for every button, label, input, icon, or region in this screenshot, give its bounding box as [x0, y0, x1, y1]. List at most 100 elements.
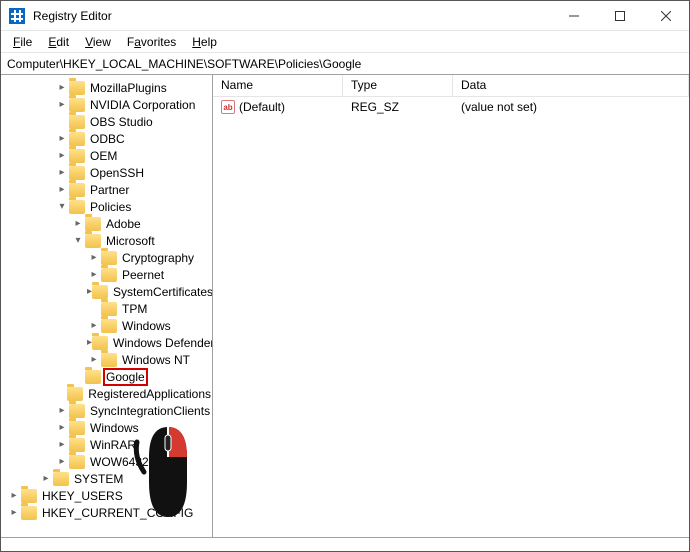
folder-icon	[69, 455, 85, 469]
expand-icon[interactable]: ▸	[87, 269, 101, 280]
tree-item[interactable]: ▸Windows	[3, 317, 212, 334]
folder-icon	[92, 336, 108, 350]
tree-item[interactable]: ▸WinRAR	[3, 436, 212, 453]
list-row[interactable]: ab (Default) REG_SZ (value not set)	[213, 97, 689, 117]
folder-icon	[21, 489, 37, 503]
tree-item[interactable]: ▸OEM	[3, 147, 212, 164]
registry-editor-window: Registry Editor File Edit View Favorites…	[0, 0, 690, 552]
maximize-button[interactable]	[597, 1, 643, 31]
address-bar[interactable]: Computer\HKEY_LOCAL_MACHINE\SOFTWARE\Pol…	[1, 53, 689, 75]
expand-icon[interactable]: ▸	[39, 473, 53, 484]
tree-item[interactable]: ▸HKEY_CURRENT_CONFIG	[3, 504, 212, 521]
folder-icon	[69, 166, 85, 180]
folder-icon	[69, 132, 85, 146]
folder-icon	[69, 149, 85, 163]
list-pane: Name Type Data ab (Default) REG_SZ (valu…	[213, 75, 689, 537]
folder-icon	[53, 472, 69, 486]
folder-icon	[69, 81, 85, 95]
value-type: REG_SZ	[343, 100, 453, 114]
tree-item[interactable]: ▸HKEY_USERS	[3, 487, 212, 504]
column-header-name[interactable]: Name	[213, 75, 343, 96]
folder-icon	[69, 115, 85, 129]
menubar: File Edit View Favorites Help	[1, 31, 689, 53]
list-header: Name Type Data	[213, 75, 689, 97]
tree-item[interactable]: ▾Policies	[3, 198, 212, 215]
expand-icon[interactable]: ▸	[55, 82, 69, 93]
expand-icon[interactable]: ▸	[71, 218, 85, 229]
menu-help[interactable]: Help	[184, 33, 225, 51]
menu-favorites[interactable]: Favorites	[119, 33, 184, 51]
folder-icon	[101, 302, 117, 316]
tree-item[interactable]: ▸Windows Defender	[3, 334, 212, 351]
menu-file[interactable]: File	[5, 33, 40, 51]
folder-icon	[101, 353, 117, 367]
value-name: (Default)	[239, 100, 285, 114]
folder-icon	[69, 421, 85, 435]
tree-item[interactable]: ▸OBS Studio	[3, 113, 212, 130]
expand-icon[interactable]: ▸	[55, 167, 69, 178]
menu-view[interactable]: View	[77, 33, 119, 51]
close-icon	[661, 11, 671, 21]
tree-item[interactable]: ▸ODBC	[3, 130, 212, 147]
tree-item[interactable]: ▸Adobe	[3, 215, 212, 232]
menu-edit[interactable]: Edit	[40, 33, 77, 51]
folder-icon	[67, 387, 83, 401]
selected-tree-label: Google	[105, 370, 146, 384]
tree-item-google[interactable]: ▸Google	[3, 368, 212, 385]
string-value-icon: ab	[221, 100, 235, 114]
tree-item[interactable]: ▸Cryptography	[3, 249, 212, 266]
folder-icon	[101, 268, 117, 282]
expand-icon[interactable]: ▸	[87, 354, 101, 365]
expand-icon[interactable]: ▸	[55, 456, 69, 467]
tree-item[interactable]: ▾Microsoft	[3, 232, 212, 249]
tree-item[interactable]: ▸SyncIntegrationClients	[3, 402, 212, 419]
window-controls	[551, 1, 689, 31]
tree-item[interactable]: ▸Partner	[3, 181, 212, 198]
tree-item[interactable]: ▸MozillaPlugins	[3, 79, 212, 96]
titlebar: Registry Editor	[1, 1, 689, 31]
expand-icon[interactable]: ▸	[55, 439, 69, 450]
folder-icon	[69, 200, 85, 214]
tree-item[interactable]: ▸NVIDIA Corporation	[3, 96, 212, 113]
column-header-type[interactable]: Type	[343, 75, 453, 96]
folder-icon	[85, 217, 101, 231]
tree-item[interactable]: ▸SYSTEM	[3, 470, 212, 487]
folder-icon	[69, 98, 85, 112]
expand-icon[interactable]: ▸	[55, 184, 69, 195]
column-header-data[interactable]: Data	[453, 75, 689, 96]
expand-icon[interactable]: ▸	[55, 422, 69, 433]
expand-icon[interactable]: ▸	[55, 150, 69, 161]
close-button[interactable]	[643, 1, 689, 31]
folder-icon	[85, 234, 101, 248]
folder-icon	[85, 370, 101, 384]
statusbar	[1, 537, 689, 551]
folder-icon	[101, 319, 117, 333]
folder-icon	[69, 404, 85, 418]
expand-icon[interactable]: ▸	[87, 252, 101, 263]
folder-icon	[69, 183, 85, 197]
tree-item[interactable]: ▸RegisteredApplications	[3, 385, 212, 402]
minimize-button[interactable]	[551, 1, 597, 31]
tree-item[interactable]: ▸Windows	[3, 419, 212, 436]
folder-icon	[21, 506, 37, 520]
value-data: (value not set)	[453, 100, 689, 114]
tree-item[interactable]: ▸SystemCertificates	[3, 283, 212, 300]
collapse-icon[interactable]: ▾	[55, 201, 69, 212]
tree-item[interactable]: ▸TPM	[3, 300, 212, 317]
tree-item[interactable]: ▸Peernet	[3, 266, 212, 283]
tree-pane[interactable]: ▸MozillaPlugins ▸NVIDIA Corporation ▸OBS…	[1, 75, 213, 537]
expand-icon[interactable]: ▸	[55, 133, 69, 144]
folder-icon	[69, 438, 85, 452]
window-title: Registry Editor	[33, 9, 112, 23]
expand-icon[interactable]: ▸	[55, 405, 69, 416]
tree-item[interactable]: ▸OpenSSH	[3, 164, 212, 181]
expand-icon[interactable]: ▸	[87, 320, 101, 331]
tree-item[interactable]: ▸WOW6432Node	[3, 453, 212, 470]
expand-icon[interactable]: ▸	[7, 507, 21, 518]
tree-item[interactable]: ▸Windows NT	[3, 351, 212, 368]
expand-icon[interactable]: ▸	[55, 99, 69, 110]
address-path: Computer\HKEY_LOCAL_MACHINE\SOFTWARE\Pol…	[7, 57, 361, 71]
app-icon	[9, 8, 25, 24]
collapse-icon[interactable]: ▾	[71, 235, 85, 246]
expand-icon[interactable]: ▸	[7, 490, 21, 501]
